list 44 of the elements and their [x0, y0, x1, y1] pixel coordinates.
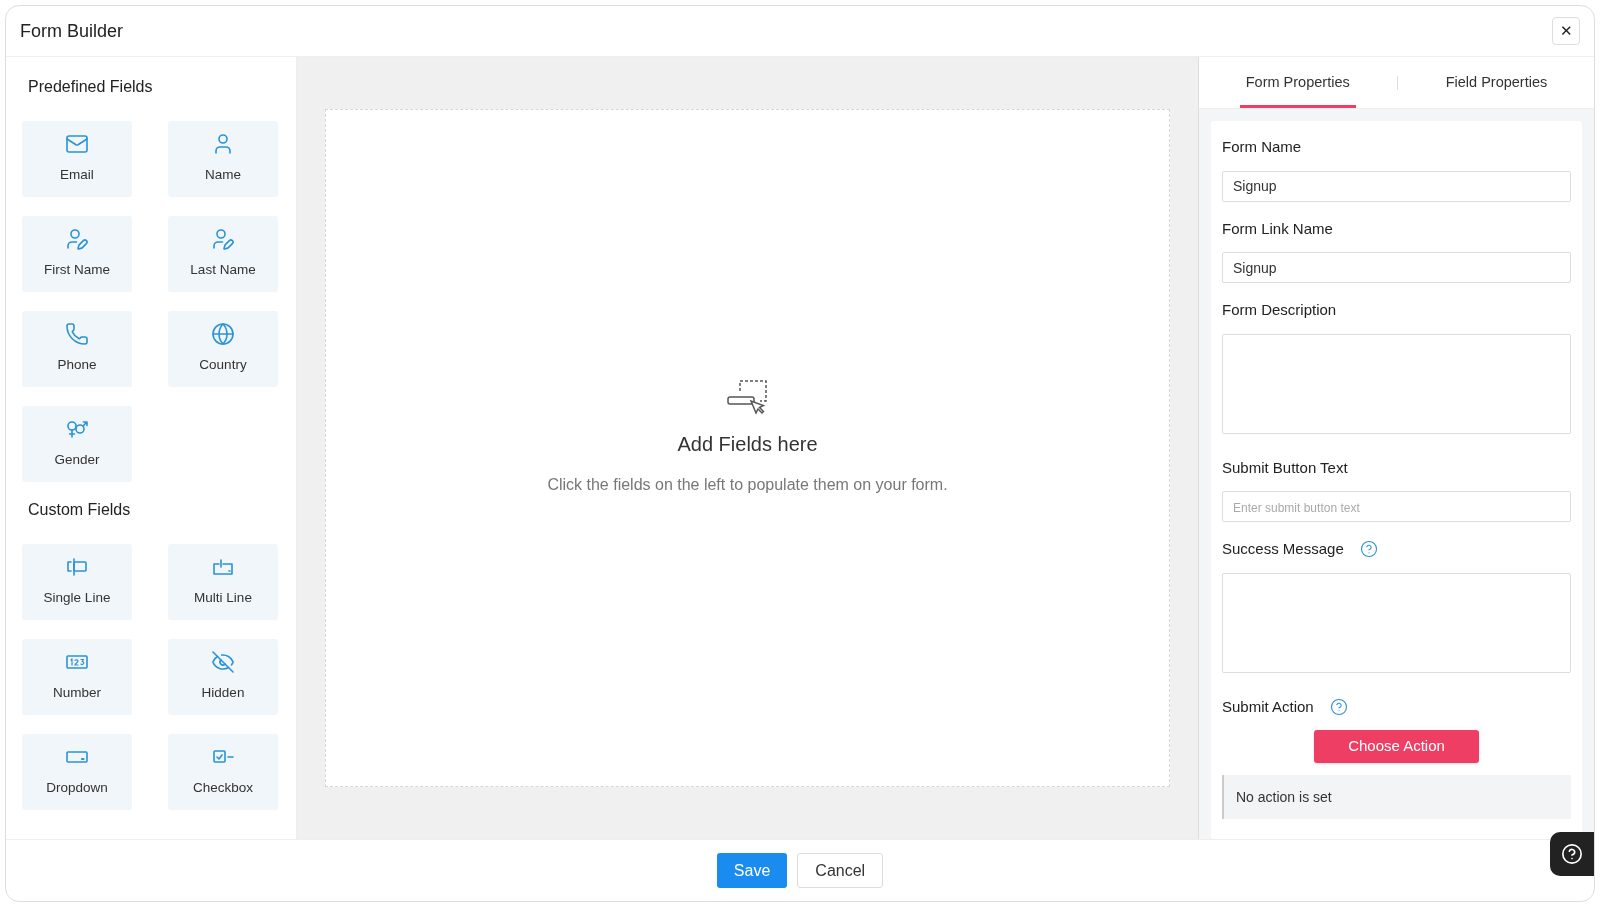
close-button[interactable]: ✕ [1552, 17, 1580, 45]
phone-icon [65, 322, 89, 347]
drop-area-hint: Click the fields on the left to populate them on your form. [547, 475, 948, 495]
globe-icon [211, 322, 235, 347]
field-tile[interactable]: Gender [22, 406, 132, 482]
field-label: Form Description [1222, 300, 1337, 320]
field-label: Form Link Name [1222, 218, 1333, 239]
text-input-field[interactable]: Signup [1222, 252, 1571, 283]
field-tile[interactable]: Email [22, 121, 132, 197]
text-area-field[interactable] [1222, 572, 1571, 673]
cancel-button[interactable]: Cancel [797, 853, 884, 888]
text-area-field[interactable] [1222, 333, 1571, 434]
window-title: Form Builder [20, 19, 124, 43]
drop-area[interactable]: Add Fields here Click the fields on the left to populate them on your form. [325, 109, 1170, 787]
help-icon[interactable] [1329, 697, 1348, 716]
field-tile[interactable]: Checkbox [168, 734, 278, 810]
choose-action-button[interactable]: Choose Action [1314, 730, 1479, 763]
field-tile[interactable]: Country [168, 311, 278, 387]
field-tile[interactable]: Dropdown [22, 734, 132, 810]
help-widget-icon[interactable] [1550, 832, 1594, 876]
section-heading: Custom Fields [27, 500, 132, 520]
action-status-box: No action is set [1222, 775, 1571, 819]
text-input-field[interactable]: Signup [1222, 170, 1571, 202]
text-input-field[interactable]: Enter submit button text [1222, 491, 1571, 522]
field-tile[interactable]: Phone [22, 311, 132, 387]
field-label: Submit Action [1222, 696, 1314, 717]
field-label: Submit Button Text [1222, 457, 1348, 478]
drop-area-title: Add Fields here [677, 432, 818, 457]
help-icon[interactable] [1359, 540, 1378, 559]
person-pencil-icon [65, 227, 89, 252]
properties-tab[interactable]: Form Properties [1239, 57, 1356, 108]
field-tile[interactable]: Hidden [168, 639, 278, 715]
field-tile[interactable]: First Name [22, 216, 132, 292]
eye-off-icon [211, 650, 235, 675]
field-label: Success Message [1222, 539, 1344, 559]
section-heading: Predefined Fields [27, 77, 154, 97]
field-label: Form Name [1222, 137, 1302, 157]
field-tile[interactable]: Number [22, 639, 132, 715]
field-tile[interactable]: Multi Line [168, 544, 278, 620]
properties-tab[interactable]: Field Properties [1439, 57, 1554, 108]
field-tile[interactable]: Name [168, 121, 278, 197]
field-tile[interactable]: Single Line [22, 544, 132, 620]
person-pencil-icon [211, 227, 235, 252]
field-tile[interactable]: Last Name [168, 216, 278, 292]
